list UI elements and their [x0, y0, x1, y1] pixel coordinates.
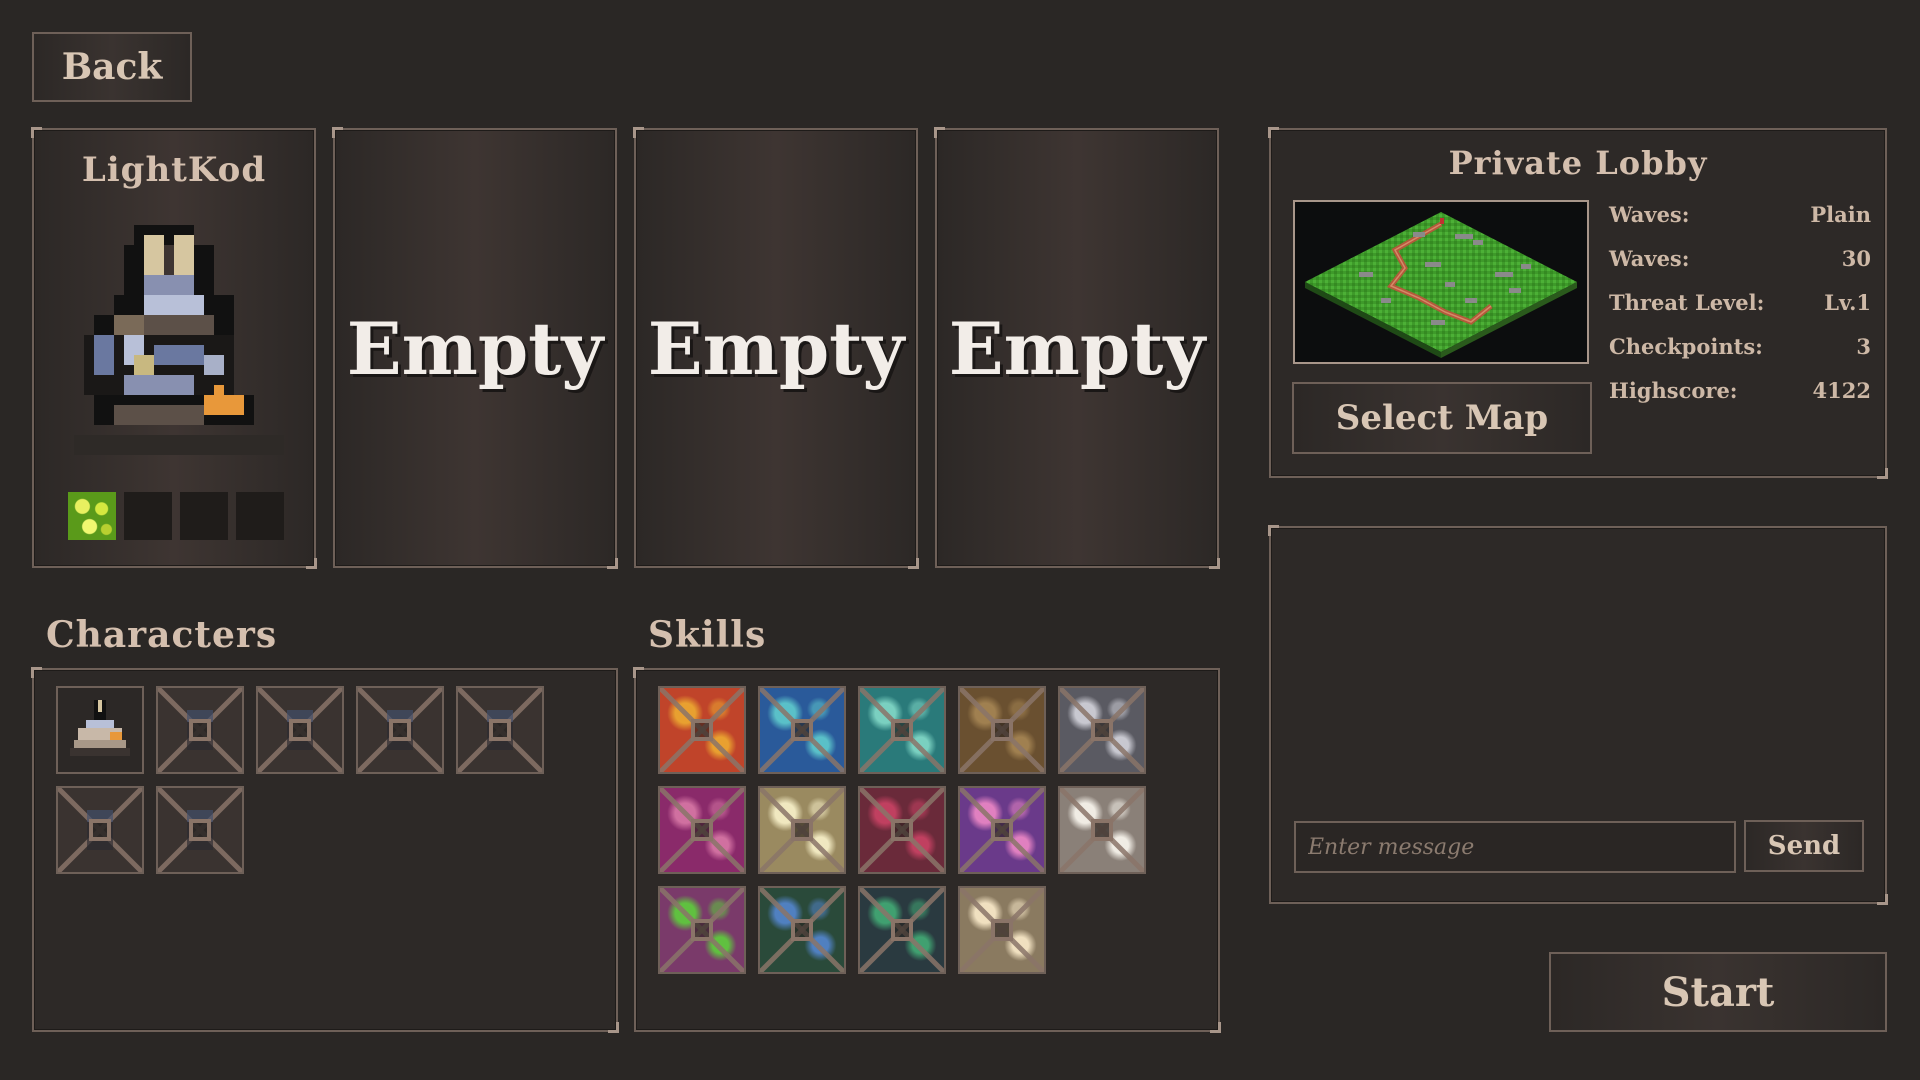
- stat-label: Checkpoints:: [1609, 334, 1763, 359]
- equipment-slot-3[interactable]: [180, 492, 228, 540]
- skill-icon-2[interactable]: [758, 686, 846, 774]
- lock-emblem-icon: [891, 819, 913, 841]
- skill-icon-9[interactable]: [958, 786, 1046, 874]
- lock-emblem-icon: [991, 919, 1013, 941]
- player-slot-1: LightKod: [31, 127, 317, 569]
- player-slot-3: Empty: [633, 127, 919, 569]
- lock-emblem-icon: [891, 919, 913, 941]
- equipment-slot-1[interactable]: [68, 492, 116, 540]
- back-button[interactable]: Back: [32, 32, 192, 102]
- skills-grid: [658, 686, 1146, 974]
- skill-icon-13[interactable]: [858, 886, 946, 974]
- map-thumbnail-image: [1295, 202, 1587, 362]
- lock-emblem-icon: [289, 719, 311, 741]
- knight-character-sprite: [74, 225, 284, 455]
- skill-icon-4[interactable]: [958, 686, 1046, 774]
- lock-emblem-icon: [1091, 819, 1113, 841]
- stat-label: Waves:: [1609, 202, 1690, 227]
- lock-emblem-icon: [791, 919, 813, 941]
- locked-character-icon[interactable]: [356, 686, 444, 774]
- stat-row: Waves: Plain: [1609, 202, 1871, 246]
- lock-emblem-icon: [991, 819, 1013, 841]
- player-name: LightKod: [81, 150, 267, 190]
- skill-icon-7[interactable]: [758, 786, 846, 874]
- lobby-stats: Waves: Plain Waves: 30 Threat Level: Lv.…: [1609, 202, 1871, 422]
- skill-icon-1[interactable]: [658, 686, 746, 774]
- lock-emblem-icon: [189, 719, 211, 741]
- stat-value: Plain: [1810, 202, 1871, 227]
- equipment-row: [68, 492, 284, 540]
- characters-panel: [31, 667, 619, 1033]
- skill-icon-8[interactable]: [858, 786, 946, 874]
- stat-value: 4122: [1812, 378, 1871, 403]
- stat-row: Waves: 30: [1609, 246, 1871, 290]
- skill-icon-14[interactable]: [958, 886, 1046, 974]
- locked-character-icon[interactable]: [156, 786, 244, 874]
- stat-row: Checkpoints: 3: [1609, 334, 1871, 378]
- player-slot-2: Empty: [332, 127, 618, 569]
- skill-icon-6[interactable]: [658, 786, 746, 874]
- lock-emblem-icon: [89, 819, 111, 841]
- stat-label: Threat Level:: [1609, 290, 1765, 315]
- lock-emblem-icon: [389, 719, 411, 741]
- start-button[interactable]: Start: [1549, 952, 1887, 1032]
- stat-value: 3: [1856, 334, 1871, 359]
- stat-label: Waves:: [1609, 246, 1690, 271]
- skill-icon-5[interactable]: [1058, 686, 1146, 774]
- stat-label: Highscore:: [1609, 378, 1738, 403]
- lock-emblem-icon: [991, 719, 1013, 741]
- lobby-title: Private Lobby: [1448, 144, 1708, 182]
- stat-value: 30: [1841, 246, 1871, 271]
- send-button[interactable]: Send: [1744, 820, 1864, 872]
- skill-icon-11[interactable]: [658, 886, 746, 974]
- characters-heading: Characters: [46, 614, 278, 656]
- lock-emblem-icon: [1091, 719, 1113, 741]
- locked-character-icon[interactable]: [256, 686, 344, 774]
- empty-slot-label: Empty: [948, 305, 1206, 391]
- stat-row: Highscore: 4122: [1609, 378, 1871, 422]
- lock-emblem-icon: [791, 719, 813, 741]
- lock-emblem-icon: [691, 819, 713, 841]
- lock-emblem-icon: [691, 719, 713, 741]
- select-map-button[interactable]: Select Map: [1292, 382, 1592, 454]
- lock-emblem-icon: [691, 919, 713, 941]
- knight-portrait-icon: [70, 700, 130, 756]
- lock-emblem-icon: [489, 719, 511, 741]
- equipment-slot-2[interactable]: [124, 492, 172, 540]
- empty-slot-label: Empty: [346, 305, 604, 391]
- knight-character-icon[interactable]: [56, 686, 144, 774]
- locked-character-icon[interactable]: [456, 686, 544, 774]
- characters-grid: [56, 686, 544, 874]
- stat-value: Lv.1: [1824, 290, 1871, 315]
- locked-character-icon[interactable]: [56, 786, 144, 874]
- lock-emblem-icon: [791, 819, 813, 841]
- lock-emblem-icon: [189, 819, 211, 841]
- map-preview: [1293, 200, 1589, 364]
- player-slot-4: Empty: [934, 127, 1220, 569]
- skill-icon-10[interactable]: [1058, 786, 1146, 874]
- skill-icon-3[interactable]: [858, 686, 946, 774]
- skills-panel: [633, 667, 1221, 1033]
- empty-slot-label: Empty: [647, 305, 905, 391]
- stat-row: Threat Level: Lv.1: [1609, 290, 1871, 334]
- lock-emblem-icon: [891, 719, 913, 741]
- chat-message-input[interactable]: [1294, 821, 1736, 873]
- skills-heading: Skills: [648, 614, 767, 656]
- locked-character-icon[interactable]: [156, 686, 244, 774]
- skill-icon-12[interactable]: [758, 886, 846, 974]
- equipment-slot-4[interactable]: [236, 492, 284, 540]
